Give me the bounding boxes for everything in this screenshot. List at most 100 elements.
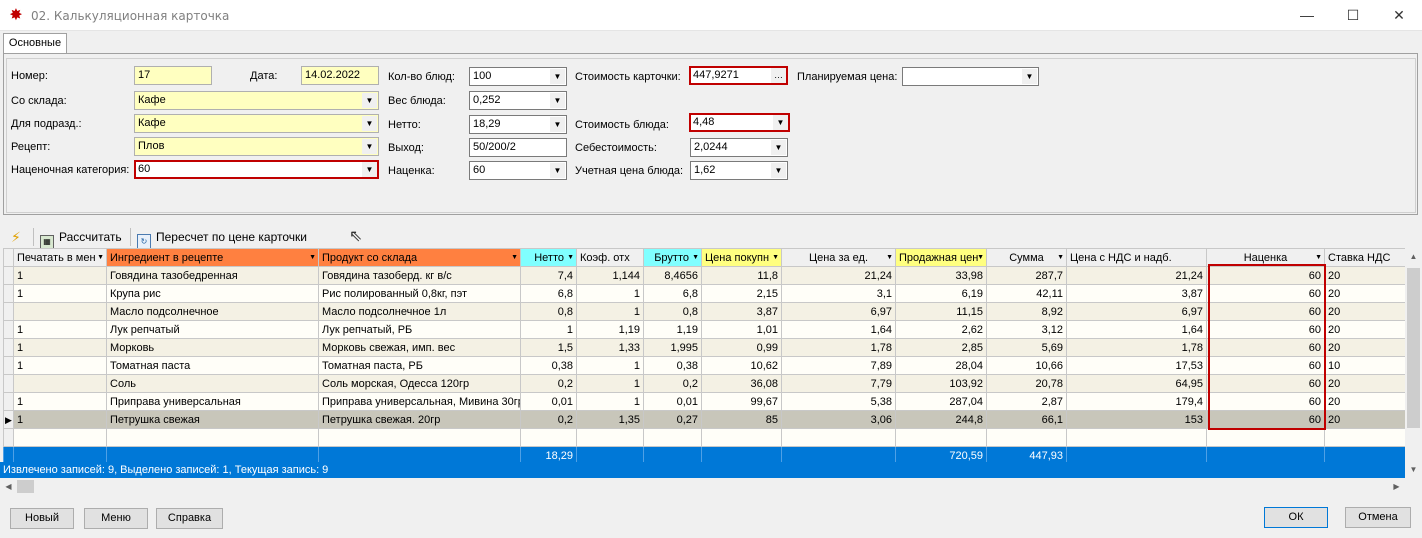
table-cell[interactable]: 1,19 <box>576 320 644 339</box>
table-cell[interactable]: 6,8 <box>643 284 702 303</box>
netto-select[interactable]: 18,29 ▼ <box>469 115 567 134</box>
table-cell[interactable]: Морковь <box>106 338 319 357</box>
table-cell[interactable]: 6,97 <box>781 302 896 321</box>
table-cell[interactable]: 0,8 <box>643 302 702 321</box>
table-cell[interactable]: 0,38 <box>520 356 577 375</box>
table-cell[interactable]: 1 <box>576 284 644 303</box>
chevron-down-icon[interactable]: ▼ <box>886 254 893 261</box>
table-cell[interactable]: Петрушка свежая. 20гр <box>318 410 521 429</box>
table-cell[interactable]: 17,53 <box>1066 356 1207 375</box>
table-cell[interactable] <box>1206 428 1325 447</box>
row-indicator[interactable]: ▶ <box>3 410 14 429</box>
table-cell[interactable]: Приправа универсальная <box>106 392 319 411</box>
table-cell[interactable]: 20,78 <box>986 374 1067 393</box>
table-cell[interactable]: 3,87 <box>1066 284 1207 303</box>
table-cell[interactable]: 1 <box>13 266 107 285</box>
table-cell[interactable]: 1 <box>13 338 107 357</box>
table-cell[interactable]: 2,15 <box>701 284 782 303</box>
table-cell[interactable]: 10 <box>1324 356 1405 375</box>
table-cell[interactable]: 2,62 <box>895 320 987 339</box>
table-cell[interactable]: 60 <box>1206 392 1325 411</box>
table-cell[interactable]: Говядина тазоберд. кг в/с <box>318 266 521 285</box>
table-cell[interactable]: 1,01 <box>701 320 782 339</box>
table-cell[interactable]: 20 <box>1324 266 1405 285</box>
table-cell[interactable]: 21,24 <box>781 266 896 285</box>
chevron-down-icon[interactable]: ▼ <box>362 139 377 154</box>
subdivision-select[interactable]: Кафе ▼ <box>134 114 379 133</box>
table-cell[interactable]: 60 <box>1206 284 1325 303</box>
table-cell[interactable]: Лук репчатый <box>106 320 319 339</box>
card-cost-field[interactable]: 447,9271… <box>689 66 788 85</box>
table-cell[interactable]: Масло подсолнечное 1л <box>318 302 521 321</box>
close-button[interactable]: ✕ <box>1376 0 1422 31</box>
recipe-select[interactable]: Плов ▼ <box>134 137 379 156</box>
table-cell[interactable]: 3,12 <box>986 320 1067 339</box>
table-cell[interactable]: 6,97 <box>1066 302 1207 321</box>
table-cell[interactable]: 60 <box>1206 410 1325 429</box>
table-cell[interactable] <box>13 428 107 447</box>
table-cell[interactable]: 60 <box>1206 320 1325 339</box>
table-cell[interactable]: Говядина тазобедренная <box>106 266 319 285</box>
chevron-down-icon[interactable]: ▼ <box>1315 254 1322 261</box>
chevron-down-icon[interactable]: ▼ <box>771 163 786 178</box>
ellipsis-icon[interactable]: … <box>771 68 786 83</box>
table-cell[interactable]: 1 <box>576 392 644 411</box>
table-cell[interactable]: 60 <box>1206 266 1325 285</box>
chevron-down-icon[interactable]: ▼ <box>550 93 565 108</box>
table-cell[interactable]: 2,87 <box>986 392 1067 411</box>
table-cell[interactable]: 1,78 <box>781 338 896 357</box>
table-cell[interactable]: 66,1 <box>986 410 1067 429</box>
table-cell[interactable]: Томатная паста, РБ <box>318 356 521 375</box>
table-cell[interactable] <box>520 428 577 447</box>
col-sum[interactable]: Сумма ▼ <box>986 248 1067 267</box>
row-indicator[interactable] <box>3 338 14 357</box>
ok-button[interactable]: ОК <box>1264 507 1328 528</box>
chevron-down-icon[interactable]: ▼ <box>567 254 574 261</box>
scroll-right-icon[interactable]: ▶ <box>1388 478 1405 495</box>
table-cell[interactable]: 21,24 <box>1066 266 1207 285</box>
table-cell[interactable]: 1,35 <box>576 410 644 429</box>
table-cell[interactable]: 287,7 <box>986 266 1067 285</box>
table-row[interactable]: 1 Лук репчатый Лук репчатый, РБ 1 1,19 1,19 1,… <box>3 320 1405 339</box>
table-cell[interactable]: 1 <box>520 320 577 339</box>
table-cell[interactable]: 3,87 <box>701 302 782 321</box>
table-row[interactable]: 1 Томатная паста Томатная паста, РБ 0,38 1 0,… <box>3 356 1405 375</box>
minimize-button[interactable]: — <box>1284 0 1330 31</box>
ingredients-grid[interactable]: Печатать в мен ▼ Ингредиент в рецепте ▼ Пр… <box>3 248 1405 462</box>
row-indicator[interactable] <box>3 320 14 339</box>
scrollbar-thumb[interactable] <box>17 480 34 493</box>
table-cell[interactable]: 60 <box>1206 356 1325 375</box>
help-button[interactable]: Справка <box>156 508 223 529</box>
date-field[interactable]: 14.02.2022 <box>301 66 379 85</box>
col-netto[interactable]: Нетто ▼ <box>520 248 577 267</box>
table-row[interactable]: 1 Говядина тазобедренная Говядина тазоберд… <box>3 266 1405 285</box>
table-cell[interactable]: 1 <box>576 302 644 321</box>
chevron-down-icon[interactable]: ▼ <box>1057 254 1064 261</box>
table-cell[interactable] <box>318 428 521 447</box>
col-unit-price[interactable]: Цена за ед. ▼ <box>781 248 896 267</box>
table-cell[interactable]: 8,4656 <box>643 266 702 285</box>
chevron-down-icon[interactable]: ▼ <box>772 254 779 261</box>
table-cell[interactable]: 36,08 <box>701 374 782 393</box>
col-product[interactable]: Продукт со склада ▼ <box>318 248 521 267</box>
row-indicator[interactable] <box>3 392 14 411</box>
table-cell[interactable]: 6,8 <box>520 284 577 303</box>
col-price-vat-markup[interactable]: Цена с НДС и надб. <box>1066 248 1207 267</box>
table-cell[interactable]: Томатная паста <box>106 356 319 375</box>
table-cell[interactable]: 5,38 <box>781 392 896 411</box>
vertical-scrollbar[interactable]: ▲ ▼ <box>1405 248 1422 478</box>
table-cell[interactable]: 1 <box>13 320 107 339</box>
table-cell[interactable]: Рис полированный 0,8кг, пэт <box>318 284 521 303</box>
table-cell[interactable] <box>13 374 107 393</box>
chevron-down-icon[interactable]: ▼ <box>771 140 786 155</box>
table-row[interactable]: 1 Приправа универсальная Приправа универса… <box>3 392 1405 411</box>
table-cell[interactable]: 85 <box>701 410 782 429</box>
table-cell[interactable]: 20 <box>1324 374 1405 393</box>
col-brutto[interactable]: Брутто ▼ <box>643 248 702 267</box>
table-cell[interactable]: Морковь свежая, имп. вес <box>318 338 521 357</box>
table-cell[interactable]: 7,4 <box>520 266 577 285</box>
maximize-button[interactable]: ☐ <box>1330 0 1376 31</box>
table-cell[interactable]: Лук репчатый, РБ <box>318 320 521 339</box>
table-cell[interactable] <box>986 428 1067 447</box>
table-cell[interactable]: 0,99 <box>701 338 782 357</box>
